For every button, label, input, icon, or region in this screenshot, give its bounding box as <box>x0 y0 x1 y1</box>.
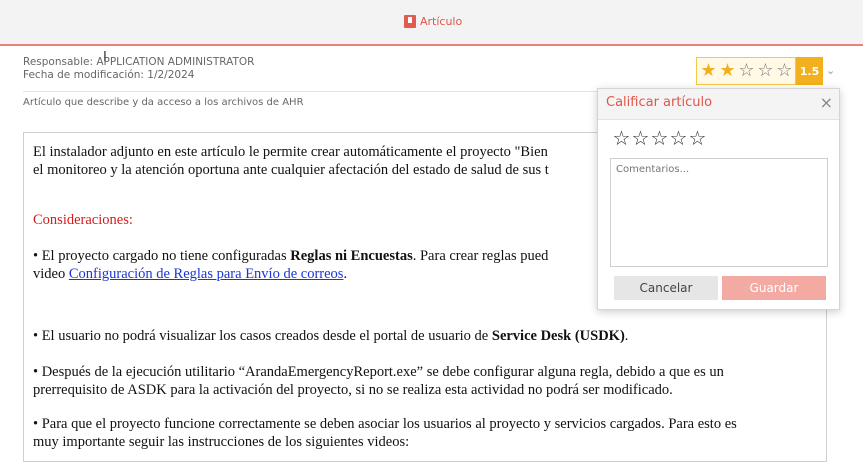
article-title-text: Artículo <box>420 15 463 28</box>
popup-rating-stars[interactable]: ☆ ☆ ☆ ☆ ☆ <box>612 128 707 148</box>
star-filled-icon[interactable]: ★ <box>718 62 737 80</box>
book-icon <box>404 15 416 28</box>
bullet-4-line1: • Para que el proyecto funcione correcta… <box>33 416 737 432</box>
top-bar: Artículo <box>0 0 863 46</box>
star-empty-icon[interactable]: ☆ <box>756 62 775 80</box>
save-button[interactable]: Guardar <box>722 276 826 300</box>
star-empty-icon[interactable]: ☆ <box>650 128 669 148</box>
divider <box>23 91 603 92</box>
popup-title: Calificar artículo <box>606 95 713 110</box>
reglas-video-link[interactable]: Configuración de Reglas para Envío de co… <box>69 266 344 282</box>
cancel-button[interactable]: Cancelar <box>614 276 718 300</box>
modified-date-text: Fecha de modificación: 1/2/2024 <box>23 69 195 81</box>
popup-header: Calificar artículo × <box>598 89 839 120</box>
star-empty-icon[interactable]: ☆ <box>688 128 707 148</box>
rating-stars[interactable]: ★ ★ ☆ ☆ ☆ <box>696 57 796 85</box>
chevron-down-icon[interactable]: ⌄ <box>826 64 835 77</box>
bullet-3-line2: prerrequisito de ASDK para la activación… <box>33 382 673 398</box>
text-cursor-icon: I <box>103 50 107 65</box>
star-empty-icon[interactable]: ☆ <box>631 128 650 148</box>
star-filled-icon[interactable]: ★ <box>699 62 718 80</box>
bullet-2: • El usuario no podrá visualizar los cas… <box>33 328 629 344</box>
comments-field[interactable] <box>610 158 828 267</box>
star-empty-icon[interactable]: ☆ <box>669 128 688 148</box>
bullet-3-line1: • Después de la ejecución utilitario “Ar… <box>33 364 724 380</box>
star-empty-icon[interactable]: ☆ <box>775 62 794 80</box>
rate-article-popup: Calificar artículo × ☆ ☆ ☆ ☆ ☆ Cancelar … <box>597 88 840 310</box>
article-meta: Responsable: APPLICATION ADMINISTRATOR F… <box>23 56 254 82</box>
bullet-4-line2: muy importante seguir las instrucciones … <box>33 434 410 450</box>
responsable-text: Responsable: APPLICATION ADMINISTRATOR <box>23 56 255 68</box>
close-icon[interactable]: × <box>820 93 833 112</box>
star-empty-icon[interactable]: ☆ <box>612 128 631 148</box>
star-empty-icon[interactable]: ☆ <box>737 62 756 80</box>
article-title: Artículo <box>404 15 462 28</box>
article-description: Artículo que describe y da acceso a los … <box>23 97 304 108</box>
rating-value-badge: 1.5 <box>796 57 823 85</box>
